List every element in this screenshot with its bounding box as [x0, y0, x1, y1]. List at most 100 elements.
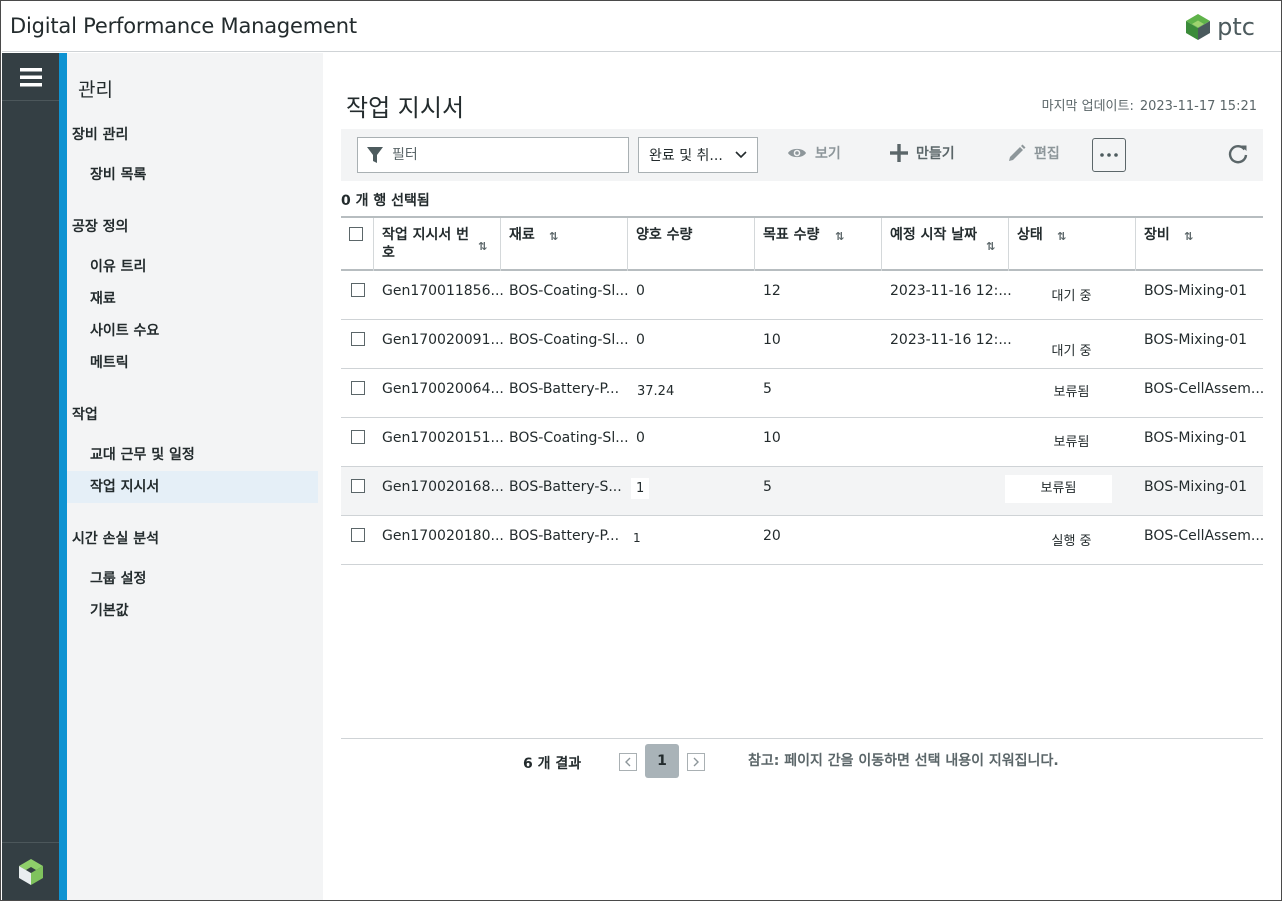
create-label: 만들기 — [916, 146, 955, 162]
table-row[interactable]: Gen170020180... BOS-Battery-P... 1 20 실행… — [341, 516, 1265, 565]
header-label: 상태 — [1017, 227, 1043, 243]
page-number-button[interactable]: 1 — [645, 744, 679, 778]
row-checkbox[interactable] — [351, 283, 365, 297]
sort-icon: ⇅ — [986, 240, 996, 253]
eye-icon — [788, 148, 806, 158]
table-row[interactable]: Gen170020151... BOS-Coating-Sl... 0 10 보… — [341, 418, 1263, 467]
cell-material: BOS-Coating-Sl... — [509, 332, 629, 348]
main-content: 작업 지시서 마지막 업데이트: 2023-11-17 15:21 완료 및 취.… — [323, 53, 1281, 900]
header-select-all-cell — [341, 218, 373, 271]
header-label: 양호 수량 — [636, 227, 693, 243]
header-status[interactable]: 상태 ⇅ — [1008, 218, 1135, 271]
edit-label: 편집 — [1034, 146, 1060, 162]
refresh-icon — [1228, 145, 1248, 164]
status-filter-value: 완료 및 취... — [649, 148, 723, 164]
plus-icon — [890, 144, 908, 162]
table-row[interactable]: Gen170020168... BOS-Battery-S... 1 5 보류됨… — [341, 467, 1263, 516]
row-checkbox[interactable] — [351, 528, 365, 542]
sidebar-item-site-demand[interactable]: 사이트 수요 — [67, 315, 318, 347]
header-target-quantity[interactable]: 목표 수량 ⇅ — [754, 218, 881, 271]
chevron-right-icon — [693, 757, 699, 767]
cell-planned-start: 2023-11-16 12:... — [890, 283, 1012, 299]
cell-target-quantity: 5 — [763, 381, 772, 397]
cell-good-quantity: 0 — [636, 430, 645, 446]
row-checkbox[interactable] — [351, 479, 365, 493]
status-badge: 대기 중 — [1051, 344, 1092, 359]
status-badge: 보류됨 — [1053, 385, 1090, 400]
cell-planned-start: 2023-11-16 12:... — [890, 332, 1012, 348]
cell-work-order-number: Gen170020151... — [382, 430, 504, 446]
cell-work-order-number: Gen170020180... — [382, 528, 504, 544]
more-icon — [1100, 153, 1118, 157]
view-button[interactable]: 보기 — [787, 143, 841, 163]
header-material[interactable]: 재료 ⇅ — [500, 218, 627, 271]
cell-good-quantity: 37.24 — [637, 384, 675, 399]
last-update: 마지막 업데이트: 2023-11-17 15:21 — [1042, 95, 1257, 114]
bottom-logo[interactable] — [2, 842, 59, 900]
pencil-icon — [1009, 144, 1026, 161]
filter-input[interactable] — [392, 147, 612, 163]
create-button[interactable]: 만들기 — [890, 143, 955, 163]
sidebar-item-group-settings[interactable]: 그룹 설정 — [67, 563, 318, 595]
cell-good-quantity: 1 — [633, 531, 641, 545]
header-work-order-number[interactable]: 작업 지시서 번호 ⇅ — [373, 218, 500, 271]
header-equipment[interactable]: 장비 ⇅ — [1135, 218, 1263, 271]
sidebar-item-materials[interactable]: 재료 — [67, 283, 318, 315]
cell-target-quantity: 10 — [763, 430, 781, 446]
cell-good-quantity: 1 — [631, 478, 650, 499]
filter-box[interactable] — [357, 137, 629, 173]
sidebar-item-work-orders[interactable]: 작업 지시서 — [67, 471, 318, 503]
sidebar-item-metrics[interactable]: 메트릭 — [67, 347, 318, 379]
cell-target-quantity: 5 — [763, 479, 772, 495]
sidebar-item-shifts-schedules[interactable]: 교대 근무 및 일정 — [67, 439, 318, 471]
status-filter-select[interactable]: 완료 및 취... — [638, 137, 758, 173]
app-frame: Digital Performance Management ptc 관리 장비… — [0, 0, 1282, 901]
sort-icon: ⇅ — [549, 230, 559, 243]
edit-button[interactable]: 편집 — [1008, 143, 1060, 163]
sort-icon: ⇅ — [835, 230, 845, 243]
next-page-button[interactable] — [687, 753, 705, 771]
cell-target-quantity: 12 — [763, 283, 781, 299]
sort-icon: ⇅ — [478, 240, 488, 253]
status-badge: 실행 중 — [1051, 534, 1092, 549]
page-title: 작업 지시서 — [346, 94, 465, 122]
app-title: Digital Performance Management — [10, 14, 357, 38]
header-good-quantity[interactable]: 양호 수량 — [627, 218, 754, 271]
sidebar-group-equipment: 장비 관리 — [72, 127, 129, 143]
work-orders-table: 작업 지시서 번호 ⇅ 재료 ⇅ 양호 수량 목표 수량 ⇅ 예정 시작 날짜 … — [341, 216, 1265, 565]
sidebar-group-jobs: 작업 — [72, 407, 98, 423]
table-row[interactable]: Gen170020091... BOS-Coating-Sl... 0 10 2… — [341, 320, 1263, 369]
sidebar-item-reason-tree[interactable]: 이유 트리 — [67, 251, 318, 283]
refresh-button[interactable] — [1227, 143, 1249, 169]
sort-icon: ⇅ — [1184, 230, 1194, 243]
results-count: 6 개 결과 — [523, 756, 582, 772]
sidebar: 관리 장비 관리 장비 목록 공장 정의 이유 트리 재료 사이트 수요 메트릭… — [67, 53, 323, 900]
cube-logo-icon — [18, 858, 43, 885]
header-planned-start[interactable]: 예정 시작 날짜 ⇅ — [881, 218, 1008, 271]
header-label: 재료 — [509, 227, 535, 243]
cell-work-order-number: Gen170020091... — [382, 332, 504, 348]
table-row[interactable]: Gen170020064... BOS-Battery-P... 37.24 5… — [341, 369, 1265, 418]
accent-bar — [59, 53, 67, 900]
cell-good-quantity: 0 — [636, 332, 645, 348]
menu-button[interactable] — [2, 53, 59, 101]
row-checkbox[interactable] — [351, 430, 365, 444]
header-label: 예정 시작 날짜 — [890, 227, 978, 243]
sidebar-group-plant-definition: 공장 정의 — [72, 219, 129, 235]
select-all-checkbox[interactable] — [349, 227, 363, 241]
cell-material: BOS-Coating-Sl... — [509, 430, 629, 446]
cell-work-order-number: Gen170011856... — [382, 283, 504, 299]
cell-equipment: BOS-CellAssem... — [1144, 528, 1265, 544]
nav-rail — [2, 53, 59, 900]
last-update-label: 마지막 업데이트: — [1041, 99, 1134, 114]
prev-page-button[interactable] — [619, 753, 637, 771]
cell-equipment: BOS-CellAssem... — [1144, 381, 1265, 397]
table-row[interactable]: Gen170011856... BOS-Coating-Sl... 0 12 2… — [341, 271, 1263, 320]
cell-target-quantity: 20 — [763, 528, 781, 544]
row-checkbox[interactable] — [351, 381, 365, 395]
sidebar-item-defaults[interactable]: 기본값 — [67, 595, 318, 627]
table-header: 작업 지시서 번호 ⇅ 재료 ⇅ 양호 수량 목표 수량 ⇅ 예정 시작 날짜 … — [341, 216, 1263, 271]
sidebar-item-equipment-list[interactable]: 장비 목록 — [67, 159, 318, 191]
row-checkbox[interactable] — [351, 332, 365, 346]
more-button[interactable] — [1092, 138, 1126, 172]
